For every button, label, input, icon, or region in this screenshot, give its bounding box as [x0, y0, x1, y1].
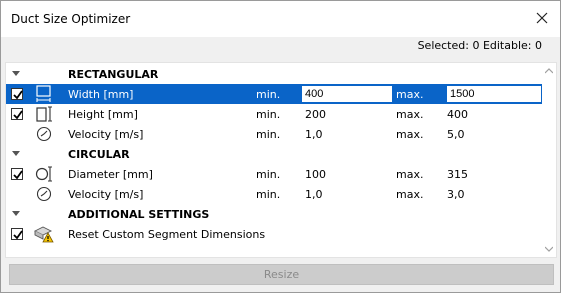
min-label: min.	[256, 168, 281, 181]
row-label: Reset Custom Segment Dimensions	[68, 228, 266, 241]
max-label: max.	[396, 128, 424, 141]
row-reset-segment[interactable]: Reset Custom Segment Dimensions	[6, 224, 542, 244]
max-label: max.	[396, 88, 424, 101]
min-label: min.	[256, 108, 281, 121]
window-title: Duct Size Optimizer	[11, 12, 131, 26]
checkmark-icon	[13, 230, 23, 240]
checkmark-icon	[13, 90, 23, 100]
close-icon[interactable]	[534, 10, 550, 26]
scroll-down-icon[interactable]	[545, 246, 553, 252]
section-title: CIRCULAR	[68, 148, 130, 161]
row-label: Width [mm]	[68, 88, 134, 101]
velocity-rect-max-value[interactable]: 5,0	[447, 128, 465, 141]
min-label: min.	[256, 188, 281, 201]
width-icon	[36, 85, 51, 102]
segment-warning-icon	[34, 226, 54, 243]
row-label: Diameter [mm]	[68, 168, 153, 181]
height-checkbox[interactable]	[11, 108, 23, 120]
row-label: Velocity [m/s]	[68, 128, 144, 141]
gauge-icon	[36, 126, 52, 142]
velocity-circ-max-value[interactable]: 3,0	[447, 188, 465, 201]
collapse-chevron-icon[interactable]	[12, 70, 20, 78]
checkmark-icon	[13, 110, 23, 120]
width-max-input[interactable]	[446, 85, 542, 103]
min-label: min.	[256, 88, 281, 101]
settings-grid: RECTANGULAR Width [mm] min. max.	[5, 62, 557, 258]
section-title: RECTANGULAR	[68, 68, 159, 81]
scroll-up-icon[interactable]	[545, 68, 553, 74]
reset-checkbox[interactable]	[11, 228, 23, 240]
row-width[interactable]: Width [mm] min. max.	[6, 84, 542, 104]
section-rectangular[interactable]: RECTANGULAR	[6, 64, 542, 84]
collapse-chevron-icon[interactable]	[12, 150, 20, 158]
gauge-icon	[36, 186, 52, 202]
max-label: max.	[396, 188, 424, 201]
row-diameter[interactable]: Diameter [mm] min. 100 max. 315	[6, 164, 542, 184]
height-max-value[interactable]: 400	[447, 108, 468, 121]
checkmark-icon	[13, 170, 23, 180]
velocity-rect-min-value[interactable]: 1,0	[305, 128, 323, 141]
diameter-max-value[interactable]: 315	[447, 168, 468, 181]
min-label: min.	[256, 128, 281, 141]
section-title: ADDITIONAL SETTINGS	[68, 208, 210, 221]
duct-size-optimizer-window: Duct Size Optimizer Selected: 0 Editable…	[0, 0, 561, 293]
width-checkbox[interactable]	[11, 88, 23, 100]
title-bar: Duct Size Optimizer	[1, 1, 560, 37]
diameter-icon	[35, 166, 52, 182]
height-min-value[interactable]: 200	[305, 108, 326, 121]
diameter-checkbox[interactable]	[11, 168, 23, 180]
section-additional-settings[interactable]: ADDITIONAL SETTINGS	[6, 204, 542, 224]
vertical-scrollbar[interactable]	[542, 63, 556, 257]
row-velocity-circular[interactable]: Velocity [m/s] min. 1,0 max. 3,0	[6, 184, 542, 204]
max-label: max.	[396, 108, 424, 121]
row-velocity-rectangular[interactable]: Velocity [m/s] min. 1,0 max. 5,0	[6, 124, 542, 144]
velocity-circ-min-value[interactable]: 1,0	[305, 188, 323, 201]
height-icon	[36, 106, 52, 122]
row-height[interactable]: Height [mm] min. 200 max. 400	[6, 104, 542, 124]
max-label: max.	[396, 168, 424, 181]
row-label: Height [mm]	[68, 108, 138, 121]
width-min-input[interactable]	[301, 85, 393, 103]
selection-status: Selected: 0 Editable: 0	[417, 39, 542, 52]
diameter-min-value[interactable]: 100	[305, 168, 326, 181]
collapse-chevron-icon[interactable]	[12, 210, 20, 218]
resize-button[interactable]: Resize	[9, 264, 554, 285]
row-label: Velocity [m/s]	[68, 188, 144, 201]
section-circular[interactable]: CIRCULAR	[6, 144, 542, 164]
